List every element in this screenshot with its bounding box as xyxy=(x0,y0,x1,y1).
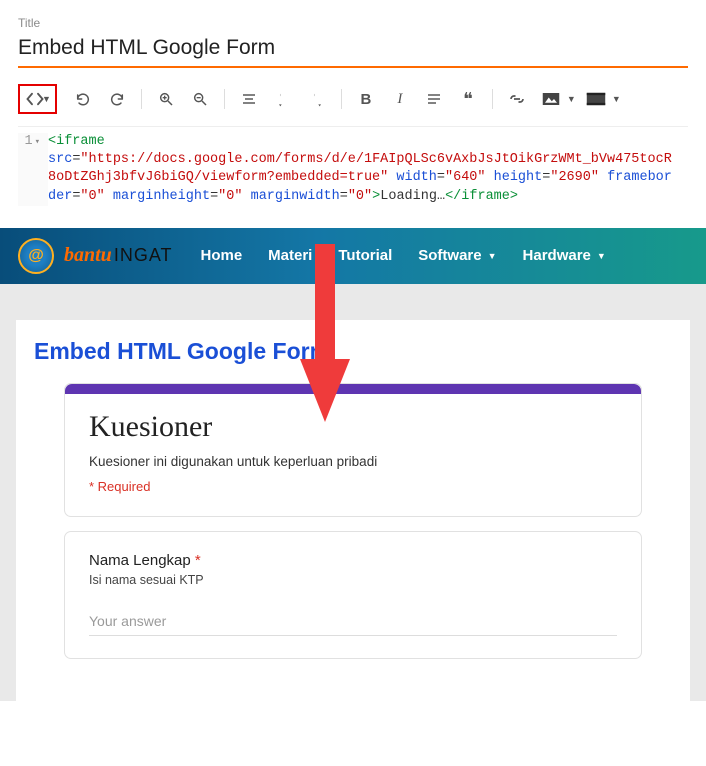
title-field-label: Title xyxy=(18,16,688,30)
ltr-icon[interactable] xyxy=(269,85,297,113)
nav-home[interactable]: Home xyxy=(200,247,242,264)
brand-badge-icon[interactable]: @ xyxy=(18,238,54,274)
image-icon[interactable] xyxy=(537,85,565,113)
toolbar-separator xyxy=(224,89,225,109)
toolbar-separator xyxy=(492,89,493,109)
rtl-icon[interactable] xyxy=(303,85,331,113)
bold-icon[interactable]: B xyxy=(352,85,380,113)
strikethrough-icon[interactable] xyxy=(420,85,448,113)
editor-toolbar: ▼ B I ❝ xyxy=(18,82,688,124)
form-question-card: Nama Lengkap * Isi nama sesuai KTP xyxy=(64,531,642,659)
question-label: Nama Lengkap * xyxy=(89,552,617,569)
chevron-down-icon: ▼ xyxy=(597,251,606,261)
nav-tutorial[interactable]: Tutorial xyxy=(338,247,392,264)
chevron-down-icon[interactable]: ▼ xyxy=(42,94,51,104)
brand-text[interactable]: bantuINGAT xyxy=(64,244,172,267)
title-input[interactable] xyxy=(18,36,688,60)
nav-materi[interactable]: Materi xyxy=(268,247,312,264)
quote-icon[interactable]: ❝ xyxy=(454,85,482,113)
nav-hardware[interactable]: Hardware▼ xyxy=(523,247,606,264)
form-required-note: * Required xyxy=(89,479,617,494)
site-navbar: @ bantuINGAT Home Materi Tutorial Softwa… xyxy=(0,228,706,284)
code-editor[interactable]: 1▾ <iframe src="https://docs.google.com/… xyxy=(18,126,688,206)
align-icon[interactable] xyxy=(235,85,263,113)
form-header-card: Kuesioner Kuesioner ini digunakan untuk … xyxy=(64,383,642,517)
nav-software[interactable]: Software▼ xyxy=(418,247,496,264)
form-title: Kuesioner xyxy=(89,410,617,444)
toolbar-separator xyxy=(341,89,342,109)
page-card: Embed HTML Google Form Kuesioner Kuesion… xyxy=(16,320,690,701)
code-content[interactable]: <iframe src="https://docs.google.com/for… xyxy=(48,133,688,206)
italic-icon[interactable]: I xyxy=(386,85,414,113)
toolbar-separator xyxy=(141,89,142,109)
undo-icon[interactable] xyxy=(69,85,97,113)
zoom-in-icon[interactable] xyxy=(152,85,180,113)
answer-input[interactable] xyxy=(89,609,617,636)
page-title: Embed HTML Google Form xyxy=(34,338,672,365)
embedded-google-form: Kuesioner Kuesioner ini digunakan untuk … xyxy=(64,383,642,659)
zoom-out-icon[interactable] xyxy=(186,85,214,113)
question-hint: Isi nama sesuai KTP xyxy=(89,573,617,587)
chevron-down-icon[interactable]: ▼ xyxy=(567,94,576,104)
html-mode-highlight: ▼ xyxy=(18,84,57,114)
link-icon[interactable] xyxy=(503,85,531,113)
video-icon[interactable] xyxy=(582,85,610,113)
chevron-down-icon: ▼ xyxy=(488,251,497,261)
line-gutter: 1▾ xyxy=(18,133,48,206)
required-asterisk: * xyxy=(195,552,201,569)
form-accent-bar xyxy=(65,384,641,394)
redo-icon[interactable] xyxy=(103,85,131,113)
chevron-down-icon[interactable]: ▼ xyxy=(612,94,621,104)
form-description: Kuesioner ini digunakan untuk keperluan … xyxy=(89,454,617,469)
